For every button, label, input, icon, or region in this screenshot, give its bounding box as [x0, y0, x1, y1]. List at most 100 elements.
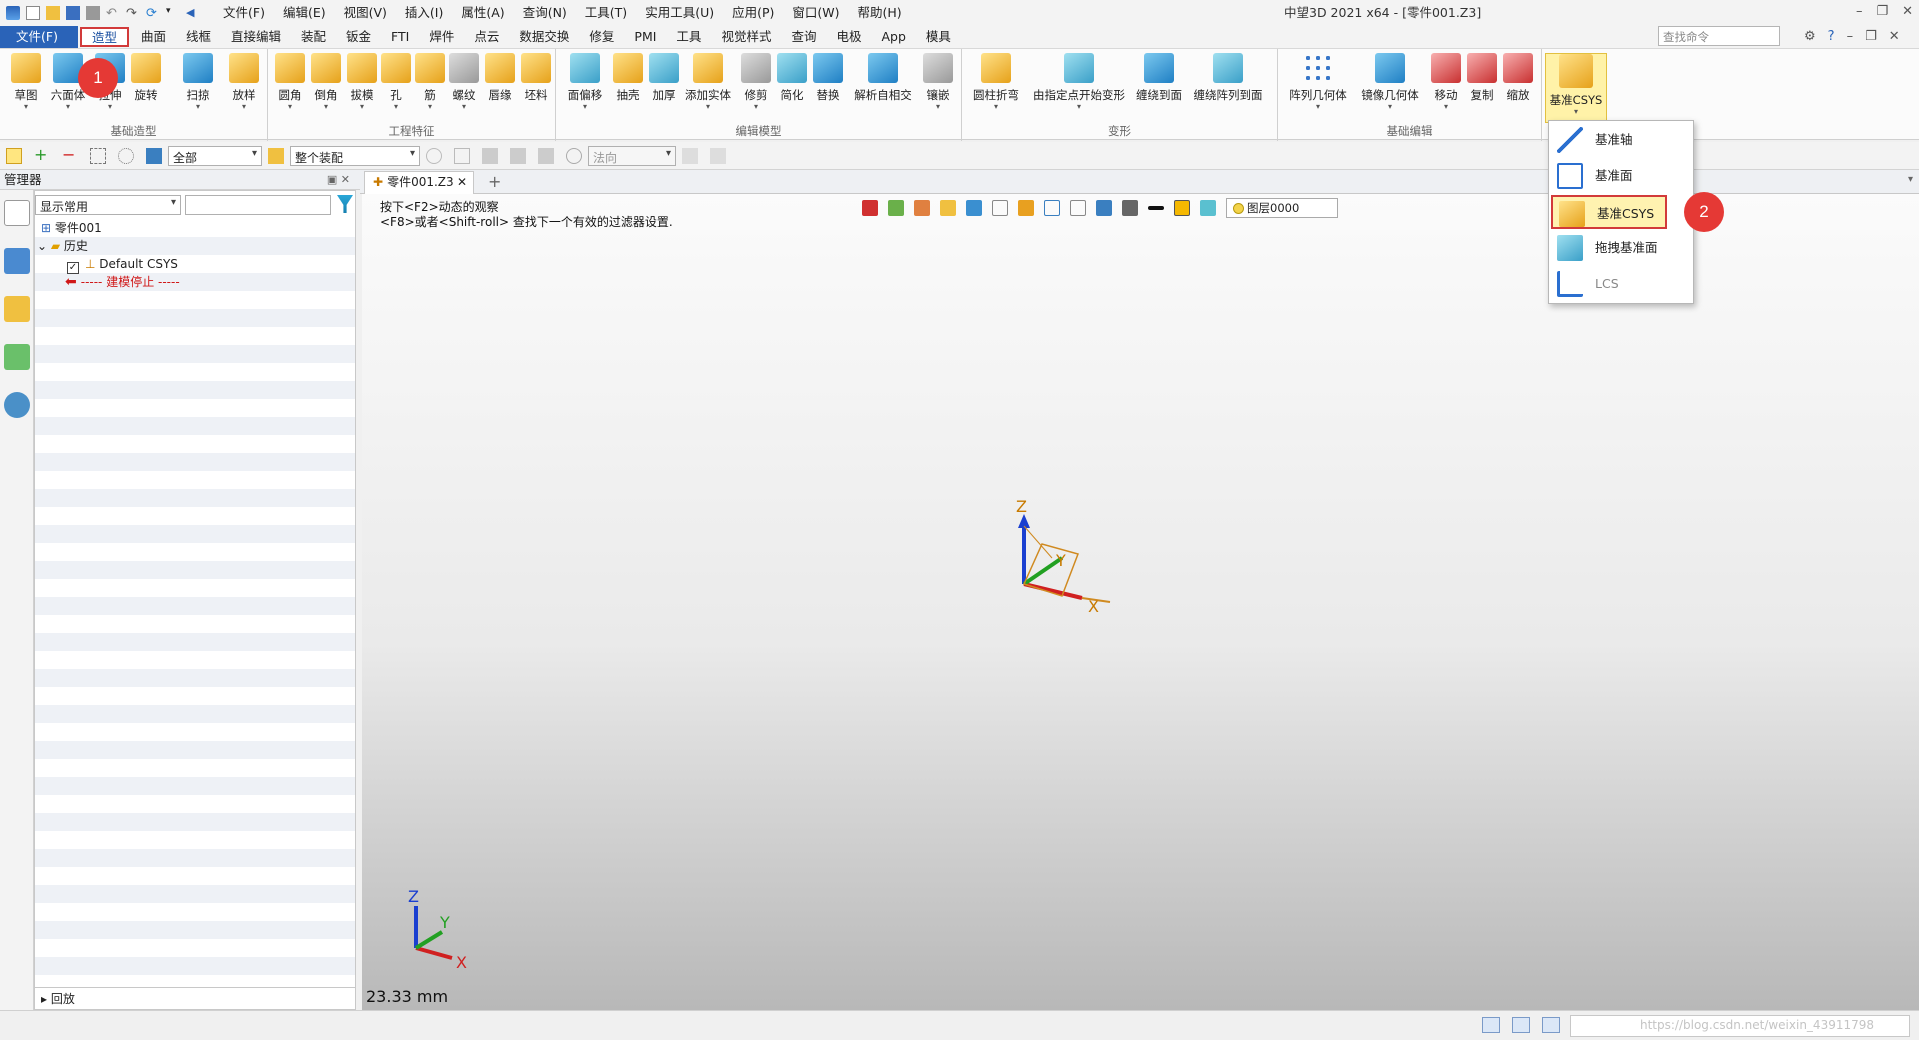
- pointer-settings-icon[interactable]: [710, 147, 726, 164]
- select-icon[interactable]: [6, 147, 22, 164]
- wrap-pattern-button[interactable]: 缠绕阵列到面: [1188, 53, 1268, 103]
- lip-button[interactable]: 唇缘: [480, 53, 520, 103]
- tab-electrode[interactable]: 电极: [826, 26, 871, 48]
- pin-icon[interactable]: ✚: [373, 175, 383, 189]
- assembly-tab-icon[interactable]: [3, 248, 30, 274]
- manager-search-input[interactable]: [185, 195, 331, 215]
- save-icon[interactable]: [66, 6, 80, 20]
- model-csys[interactable]: Z Y X: [1016, 497, 1111, 616]
- tab-weldment[interactable]: 焊件: [419, 26, 464, 48]
- undo-icon[interactable]: ↶: [106, 6, 120, 21]
- tab-mold[interactable]: 模具: [916, 26, 961, 48]
- sweep-button[interactable]: 扫掠 ▾: [172, 53, 224, 111]
- doc-tab[interactable]: ✚ 零件001.Z3 ✕: [364, 171, 474, 194]
- scale-button[interactable]: 缩放: [1498, 53, 1538, 103]
- shell-button[interactable]: 抽壳: [608, 53, 648, 103]
- tab-assembly[interactable]: 装配: [291, 26, 336, 48]
- pattern-geometry-button[interactable]: 阵列几何体 ▾: [1286, 53, 1350, 111]
- tab-query[interactable]: 查询: [781, 26, 826, 48]
- command-search-input[interactable]: 查找命令: [1658, 26, 1780, 46]
- add-solid-button[interactable]: 添加实体 ▾: [680, 53, 736, 111]
- wrap-to-face-button[interactable]: 缠绕到面: [1132, 53, 1186, 103]
- filter-icon[interactable]: [146, 147, 162, 164]
- close-icon[interactable]: ✕: [1902, 0, 1913, 24]
- loft-button[interactable]: 放样 ▾: [224, 53, 264, 111]
- expand-icon[interactable]: ⌄: [37, 239, 51, 253]
- tree-modeling-stop[interactable]: ⬅ ----- 建模停止 -----: [65, 273, 180, 291]
- box-select-icon[interactable]: [90, 147, 106, 164]
- menu-tools[interactable]: 工具(T): [576, 0, 636, 26]
- datum-csys-button[interactable]: 基准CSYS ▾: [1545, 53, 1607, 123]
- help-icon[interactable]: ?: [1828, 26, 1835, 48]
- tab-wireframe[interactable]: 线框: [176, 26, 221, 48]
- assembly-scope-select[interactable]: 整个装配: [290, 145, 420, 166]
- back-arrow-icon[interactable]: ◀: [186, 6, 200, 20]
- thread-button[interactable]: 螺纹 ▾: [444, 53, 484, 111]
- menu-help[interactable]: 帮助(H): [849, 0, 911, 26]
- restore-doc-icon[interactable]: ❐: [1865, 26, 1877, 48]
- tab-direct-edit[interactable]: 直接编辑: [221, 26, 291, 48]
- menu-insert[interactable]: 插入(I): [396, 0, 452, 26]
- menu-utilities[interactable]: 实用工具(U): [636, 0, 723, 26]
- filter-scope-select[interactable]: 全部: [168, 145, 262, 166]
- menu-view[interactable]: 视图(V): [335, 0, 396, 26]
- menu-item-datum-axis[interactable]: 基准轴: [1551, 123, 1693, 157]
- tab-fti[interactable]: FTI: [381, 26, 419, 48]
- remove-icon[interactable]: −: [62, 146, 78, 164]
- restore-icon[interactable]: ❐: [1876, 0, 1888, 24]
- tree-default-csys[interactable]: ✓ ⊥ Default CSYS: [67, 255, 178, 274]
- menu-item-datum-plane[interactable]: 基准面: [1551, 159, 1693, 193]
- menu-apply[interactable]: 应用(P): [723, 0, 783, 26]
- chevron-down-icon[interactable]: ▾: [166, 6, 180, 20]
- move-button[interactable]: 移动 ▾: [1426, 53, 1466, 111]
- menu-item-lcs[interactable]: LCS: [1551, 267, 1693, 301]
- tab-tools[interactable]: 工具: [666, 26, 711, 48]
- redo-icon[interactable]: ↷: [126, 6, 140, 21]
- new-tab-icon[interactable]: +: [488, 170, 501, 194]
- stock-button[interactable]: 坯料: [516, 53, 556, 103]
- pick-icon-1[interactable]: [482, 147, 498, 164]
- 3d-viewport[interactable]: 按下<F2>动态的观察 <F8>或者<Shift-roll> 查找下一个有效的过…: [362, 194, 1919, 1010]
- refresh-icon[interactable]: ⟳: [146, 6, 160, 21]
- minimize-icon[interactable]: –: [1856, 0, 1863, 24]
- expand-right-icon[interactable]: ▸: [41, 992, 51, 1006]
- display-filter-select[interactable]: 显示常用: [35, 195, 181, 215]
- tab-sheetmetal[interactable]: 钣金: [336, 26, 381, 48]
- snap-icon[interactable]: [426, 147, 442, 164]
- gear-icon[interactable]: ⚙: [1804, 26, 1816, 48]
- panel-pin-close[interactable]: ▣ ✕: [327, 170, 350, 190]
- snap-settings-icon[interactable]: [454, 147, 470, 164]
- status-icon-1[interactable]: [1482, 1017, 1500, 1033]
- tab-data-exchange[interactable]: 数据交换: [509, 26, 579, 48]
- menu-window[interactable]: 窗口(W): [783, 0, 848, 26]
- cylinder-bend-button[interactable]: 圆柱折弯 ▾: [968, 53, 1024, 111]
- resolve-self-intersection-button[interactable]: 解析自相交: [848, 53, 918, 103]
- menu-file[interactable]: 文件(F): [214, 0, 274, 26]
- chamfer-button[interactable]: 倒角 ▾: [306, 53, 346, 111]
- tab-visual-style[interactable]: 视觉样式: [711, 26, 781, 48]
- tab-point-cloud[interactable]: 点云: [464, 26, 509, 48]
- pointer-icon[interactable]: [682, 147, 698, 164]
- thicken-button[interactable]: 加厚: [644, 53, 684, 103]
- mirror-geometry-button[interactable]: 镜像几何体 ▾: [1358, 53, 1422, 111]
- tab-pmi[interactable]: PMI: [624, 26, 666, 48]
- pick-icon-3[interactable]: [538, 147, 554, 164]
- clock-icon[interactable]: [566, 147, 582, 164]
- part-tab-icon[interactable]: [3, 296, 30, 322]
- lasso-icon[interactable]: [118, 147, 134, 164]
- revolve-button[interactable]: 旋转: [126, 53, 166, 103]
- face-offset-button[interactable]: 面偏移 ▾: [562, 53, 608, 111]
- menu-attribute[interactable]: 属性(A): [452, 0, 513, 26]
- fillet-button[interactable]: 圆角 ▾: [270, 53, 310, 111]
- minimize-doc-icon[interactable]: –: [1847, 26, 1854, 48]
- tab-surface[interactable]: 曲面: [131, 26, 176, 48]
- sketch-button[interactable]: 草图 ▾: [6, 53, 46, 111]
- history-tab-icon[interactable]: [3, 200, 30, 226]
- print-icon[interactable]: [86, 6, 100, 20]
- menu-item-drag-plane[interactable]: 拖拽基准面: [1551, 231, 1693, 265]
- replace-button[interactable]: 替换: [808, 53, 848, 103]
- copy-button[interactable]: 复制: [1462, 53, 1502, 103]
- tab-app[interactable]: App: [871, 26, 915, 48]
- tree-history[interactable]: ⌄ ▰ 历史: [37, 237, 88, 255]
- user-tab-icon[interactable]: [3, 392, 30, 418]
